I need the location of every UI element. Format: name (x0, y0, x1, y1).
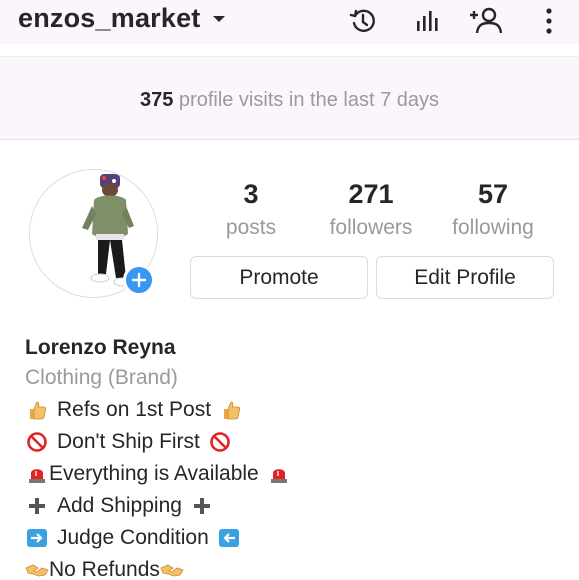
plus-icon (190, 494, 214, 518)
posts-count: 3 (243, 179, 259, 209)
following-label: following (452, 216, 534, 239)
add-user-icon[interactable] (468, 4, 502, 38)
profile-visits-count: 375 (139, 89, 174, 111)
add-story-button[interactable] (123, 264, 155, 296)
username: enzos_market (18, 3, 201, 33)
bio-line: Refs on 1st Post (25, 394, 565, 426)
top-bar: enzos_market (0, 0, 579, 44)
insights-icon[interactable] (410, 4, 444, 38)
bio-line: Add Shipping (25, 490, 565, 522)
promote-button[interactable]: Promote (190, 256, 368, 299)
account-switcher[interactable]: enzos_market (18, 3, 225, 34)
plus-icon (131, 272, 147, 288)
bio-line: Everything is Available (25, 458, 565, 490)
plus-icon (25, 494, 49, 518)
profile-visits-label: profile visits in the last 7 days (178, 89, 440, 111)
prohibited-icon (208, 430, 232, 454)
posts-stat[interactable]: 3 posts (196, 178, 306, 240)
prohibited-icon (25, 430, 49, 454)
following-stat[interactable]: 57 following (438, 178, 548, 240)
profile-category: Clothing (Brand) (25, 366, 178, 389)
chevron-down-icon (212, 15, 225, 22)
followers-count: 271 (348, 179, 394, 209)
posts-label: posts (225, 216, 277, 239)
more-options-icon[interactable] (532, 4, 566, 38)
bio-line: Judge Condition (25, 522, 565, 554)
thumbs-up-icon (25, 398, 49, 422)
full-name: Lorenzo Reyna (25, 336, 176, 359)
siren-icon (267, 462, 291, 486)
profile-visits-banner[interactable]: 375 profile visits in the last 7 days (0, 56, 579, 140)
followers-label: followers (329, 216, 413, 239)
thumbs-up-icon (219, 398, 243, 422)
followers-stat[interactable]: 271 followers (316, 178, 426, 240)
profile-bio: Lorenzo Reyna Clothing (Brand) Refs on 1… (25, 334, 565, 580)
bio-line: No Refunds (25, 554, 565, 580)
bio-line: Don't Ship First (25, 426, 565, 458)
arrow-left-icon (217, 526, 241, 550)
edit-profile-button[interactable]: Edit Profile (376, 256, 554, 299)
arrow-right-icon (25, 526, 49, 550)
handshake-icon (160, 558, 184, 580)
following-count: 57 (477, 179, 509, 209)
history-icon[interactable] (346, 4, 380, 38)
handshake-icon (25, 558, 49, 580)
siren-icon (25, 462, 49, 486)
